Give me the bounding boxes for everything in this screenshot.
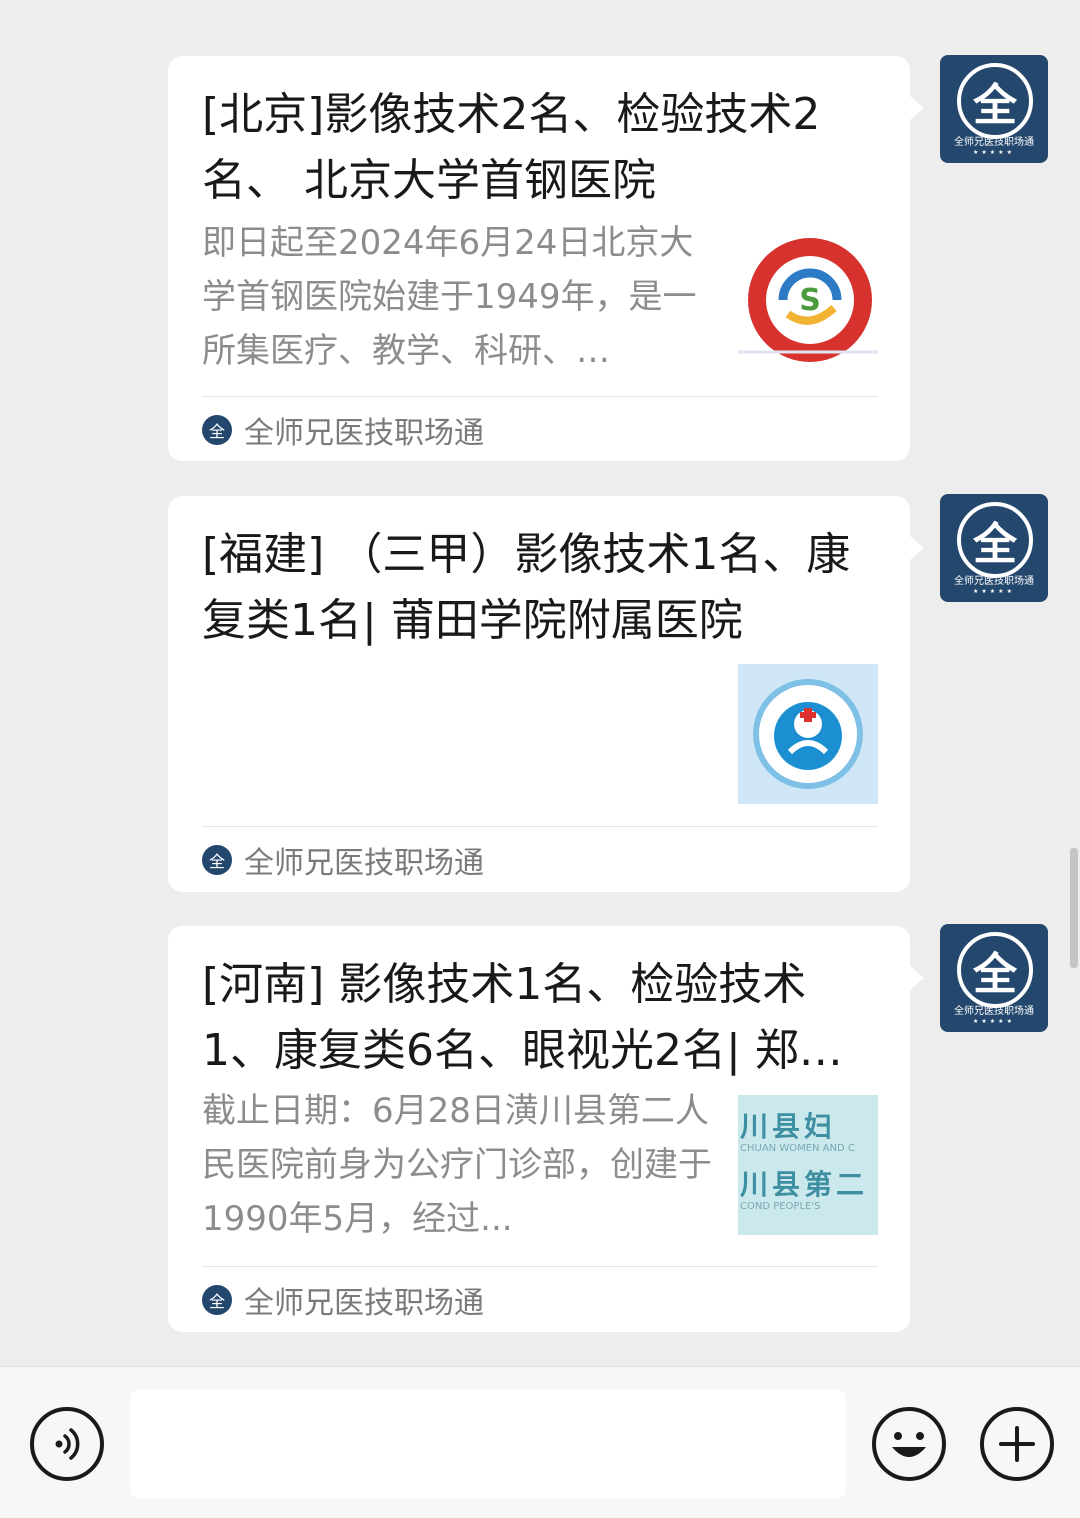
message-input[interactable] <box>130 1389 846 1499</box>
svg-text:S: S <box>799 283 821 318</box>
article-source[interactable]: 全 全师兄医技职场通 <box>202 410 484 451</box>
message-item: [福建] （三甲）影像技术1名、康复类1名| 莆田学院附属医院 全 全师兄医技职… <box>168 496 924 892</box>
avatar-logo-icon: 全 <box>957 63 1033 139</box>
hospital-logo-blue-icon <box>738 664 878 804</box>
message-item: [北京]影像技术2名、检验技术2名、 北京大学首钢医院 即日起至2024年6月2… <box>168 56 924 461</box>
avatar-caption: 全师兄医技职场通 <box>954 137 1034 148</box>
hospital-logo-red-icon: S <box>738 230 878 370</box>
article-source[interactable]: 全 全师兄医技职场通 <box>202 840 484 881</box>
source-logo-icon: 全 <box>202 415 232 445</box>
avatar-stars: ★★★★★ <box>973 588 1015 595</box>
article-thumbnail: S <box>738 230 878 370</box>
source-logo-icon: 全 <box>202 845 232 875</box>
voice-icon <box>55 1428 80 1460</box>
source-logo-icon: 全 <box>202 1285 232 1315</box>
source-name: 全师兄医技职场通 <box>244 846 484 881</box>
source-name: 全师兄医技职场通 <box>244 1286 484 1321</box>
avatar-caption: 全师兄医技职场通 <box>954 1006 1034 1017</box>
article-title: [福建] （三甲）影像技术1名、康复类1名| 莆田学院附属医院 <box>202 529 851 646</box>
card-divider <box>202 826 878 827</box>
chat-input-bar <box>0 1366 1080 1518</box>
sender-avatar[interactable]: 全 全师兄医技职场通 ★★★★★ <box>940 55 1048 163</box>
article-description: 即日起至2024年6月24日北京大学首钢医院始建于1949年，是一所集医疗、教学… <box>202 223 697 371</box>
avatar-logo-icon: 全 <box>957 932 1033 1008</box>
emoji-icon <box>892 1432 926 1457</box>
scrollbar[interactable] <box>1070 848 1078 968</box>
avatar-caption: 全师兄医技职场通 <box>954 576 1034 587</box>
article-card[interactable]: [北京]影像技术2名、检验技术2名、 北京大学首钢医院 即日起至2024年6月2… <box>168 56 924 461</box>
voice-button[interactable] <box>30 1407 104 1481</box>
sender-avatar[interactable]: 全 全师兄医技职场通 ★★★★★ <box>940 494 1048 602</box>
thumb-sign-line: 川县妇 <box>740 1110 837 1143</box>
article-card[interactable]: [河南] 影像技术1名、检验技术1、康复类6名、眼视光2名| 郑州大... 截止… <box>168 926 924 1332</box>
thumb-sign-line: CHUAN WOMEN AND C <box>740 1143 855 1154</box>
thumb-sign-line: COND PEOPLE'S <box>740 1201 821 1212</box>
avatar-logo-icon: 全 <box>957 502 1033 578</box>
emoji-button[interactable] <box>872 1407 946 1481</box>
avatar-stars: ★★★★★ <box>973 149 1015 156</box>
source-name: 全师兄医技职场通 <box>244 416 484 451</box>
sender-avatar[interactable]: 全 全师兄医技职场通 ★★★★★ <box>940 924 1048 1032</box>
card-divider <box>202 1266 878 1267</box>
article-title: [北京]影像技术2名、检验技术2名、 北京大学首钢医院 <box>202 89 821 206</box>
article-thumbnail <box>738 664 878 804</box>
thumb-sign-line: 川县第二 <box>740 1168 869 1201</box>
article-thumbnail: 川县妇 CHUAN WOMEN AND C 川县第二 COND PEOPLE'S <box>738 1095 878 1235</box>
more-button[interactable] <box>980 1407 1054 1481</box>
article-source[interactable]: 全 全师兄医技职场通 <box>202 1280 484 1321</box>
plus-icon <box>999 1426 1035 1462</box>
article-card[interactable]: [福建] （三甲）影像技术1名、康复类1名| 莆田学院附属医院 全 全师兄医技职… <box>168 496 924 892</box>
article-description: 截止日期：6月28日潢川县第二人民医院前身为公疗门诊部，创建于1990年5月，经… <box>202 1091 712 1239</box>
card-divider <box>202 396 878 397</box>
message-item: [河南] 影像技术1名、检验技术1、康复类6名、眼视光2名| 郑州大... 截止… <box>168 926 924 1332</box>
avatar-stars: ★★★★★ <box>973 1018 1015 1025</box>
article-title: [河南] 影像技术1名、检验技术1、康复类6名、眼视光2名| 郑州大... <box>202 959 843 1076</box>
